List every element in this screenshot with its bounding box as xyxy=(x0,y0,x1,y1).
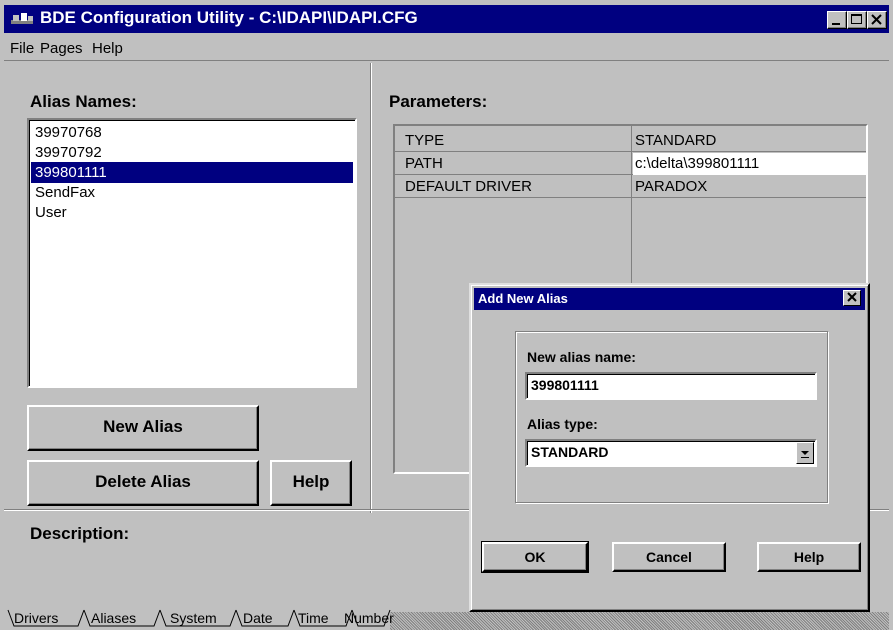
dialog-title-bar[interactable]: Add New Alias xyxy=(474,288,865,310)
dropdown-button[interactable] xyxy=(796,442,814,464)
delete-alias-button-label: Delete Alias xyxy=(95,472,191,491)
parameter-row[interactable]: PATH c:\delta\399801111 xyxy=(395,153,866,175)
new-alias-button-label: New Alias xyxy=(103,417,183,436)
help-button-label: Help xyxy=(292,472,330,491)
cancel-button-label: Cancel xyxy=(646,549,692,565)
close-icon xyxy=(847,292,857,302)
parameter-value-editor[interactable]: c:\delta\399801111 xyxy=(633,153,866,175)
alias-type-value: STANDARD xyxy=(531,444,609,460)
tab-drivers[interactable]: Drivers xyxy=(14,610,58,626)
parameter-name: TYPE xyxy=(405,132,445,149)
alias-type-select[interactable]: STANDARD xyxy=(525,439,817,467)
menu-pages[interactable]: Pages xyxy=(40,41,83,57)
parameter-name: DEFAULT DRIVER xyxy=(405,178,532,195)
close-button[interactable] xyxy=(867,11,887,29)
new-alias-name-input[interactable]: 399801111 xyxy=(525,372,817,400)
pane-divider xyxy=(370,63,372,513)
minimize-button[interactable] xyxy=(827,11,847,29)
window-title: BDE Configuration Utility - C:\IDAPI\IDA… xyxy=(40,8,418,27)
alias-list[interactable]: 39970768 39970792 399801111 SendFax User xyxy=(27,118,357,388)
dialog-help-button-label: Help xyxy=(793,549,825,565)
dialog-close-button[interactable] xyxy=(843,290,861,306)
ok-button[interactable]: OK xyxy=(481,541,589,573)
alias-list-item[interactable]: 39970792 xyxy=(31,142,353,163)
ok-button-label: OK xyxy=(524,549,546,565)
parameter-value: PARADOX xyxy=(635,178,708,195)
tab-scroll-area xyxy=(390,612,889,630)
new-alias-name-label: New alias name: xyxy=(527,349,636,365)
help-button[interactable]: Help xyxy=(270,460,352,506)
alias-names-label: Alias Names: xyxy=(30,92,137,111)
alias-list-item[interactable]: User xyxy=(31,202,353,223)
menu-bar: File Pages Help xyxy=(4,35,889,61)
title-bar[interactable]: BDE Configuration Utility - C:\IDAPI\IDA… xyxy=(4,5,889,33)
parameter-row[interactable]: TYPE STANDARD xyxy=(395,130,866,152)
add-new-alias-dialog: Add New Alias New alias name: 399801111 … xyxy=(469,283,870,612)
alias-list-item[interactable]: SendFax xyxy=(31,182,353,203)
new-alias-button[interactable]: New Alias xyxy=(27,405,259,451)
alias-type-label: Alias type: xyxy=(527,416,598,432)
tab-time[interactable]: Time xyxy=(298,610,329,626)
dialog-help-button[interactable]: Help xyxy=(757,542,861,572)
parameters-label: Parameters: xyxy=(389,92,488,111)
maximize-button[interactable] xyxy=(847,11,867,29)
bde-app-icon[interactable] xyxy=(10,11,36,27)
description-label: Description: xyxy=(30,524,130,543)
parameter-value: STANDARD xyxy=(635,132,717,149)
minimize-icon xyxy=(832,23,840,25)
cancel-button[interactable]: Cancel xyxy=(612,542,726,572)
menu-file[interactable]: File xyxy=(10,41,34,57)
parameter-row[interactable]: DEFAULT DRIVER PARADOX xyxy=(395,176,866,198)
delete-alias-button[interactable]: Delete Alias xyxy=(27,460,259,506)
tab-aliases[interactable]: Aliases xyxy=(91,610,136,626)
dialog-title: Add New Alias xyxy=(478,291,568,306)
chevron-down-icon xyxy=(801,451,809,458)
close-icon xyxy=(871,14,882,25)
tab-date[interactable]: Date xyxy=(243,610,273,626)
tab-number[interactable]: Number xyxy=(344,610,394,626)
tab-system[interactable]: System xyxy=(170,610,217,626)
alias-list-item[interactable]: 39970768 xyxy=(31,122,353,143)
maximize-icon xyxy=(851,14,862,24)
alias-list-item-selected[interactable]: 399801111 xyxy=(31,162,353,183)
menu-help[interactable]: Help xyxy=(92,41,123,57)
parameter-name: PATH xyxy=(405,155,443,172)
